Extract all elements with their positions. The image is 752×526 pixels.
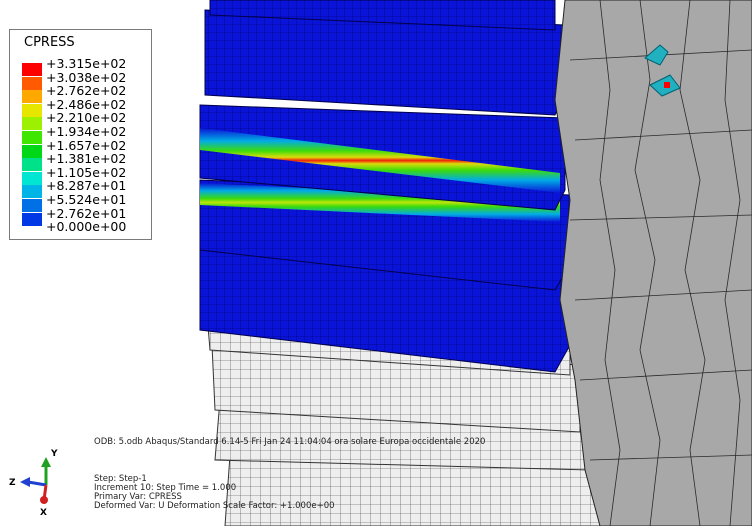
legend: CPRESS +3.315e+02 +3.038e+02 +2.762e+02 +2.… — [9, 29, 152, 240]
legend-label: +2.762e+01 — [46, 205, 127, 221]
coordinate-triad: Y Z X — [9, 449, 58, 518]
legend-label: +1.381e+02 — [46, 151, 127, 167]
legend-swatch — [22, 131, 42, 144]
legend-swatch — [22, 212, 42, 226]
legend-swatch — [22, 199, 42, 212]
legend-label: +1.657e+02 — [46, 137, 127, 153]
legend-swatch — [22, 158, 42, 172]
legend-swatch — [22, 117, 42, 131]
legend-label: +2.210e+02 — [46, 110, 127, 126]
legend-label: +1.105e+02 — [46, 164, 127, 180]
legend-label: +3.038e+02 — [46, 69, 127, 85]
z-axis-icon — [27, 480, 47, 487]
legend-swatch — [22, 144, 42, 158]
y-axis-label: Y — [50, 449, 58, 459]
deformed-var-info: Deformed Var: U Deformation Scale Factor… — [94, 501, 335, 511]
legend-swatch — [22, 171, 42, 185]
legend-label: +0.000e+00 — [46, 219, 127, 235]
legend-label: +1.934e+02 — [46, 124, 127, 139]
x-axis-label: X — [40, 508, 47, 518]
legend-label: +8.287e+01 — [46, 178, 127, 194]
legend-label: +3.315e+02 — [46, 56, 127, 71]
z-axis-label: Z — [9, 478, 16, 488]
legend-label: +5.524e+01 — [46, 192, 127, 207]
gear-wall — [554, 0, 752, 526]
legend-swatch — [22, 103, 42, 117]
legend-label: +2.762e+02 — [46, 83, 127, 99]
contact-plates — [199, 0, 571, 373]
legend-label: +2.486e+02 — [46, 96, 127, 112]
legend-swatch — [22, 76, 42, 90]
legend-swatch — [22, 185, 42, 199]
odb-info: ODB: 5.odb Abaqus/Standard 6.14-5 Fri Ja… — [94, 437, 486, 447]
legend-title: CPRESS — [24, 35, 75, 50]
legend-swatch — [22, 63, 42, 76]
legend-swatch — [22, 90, 42, 104]
